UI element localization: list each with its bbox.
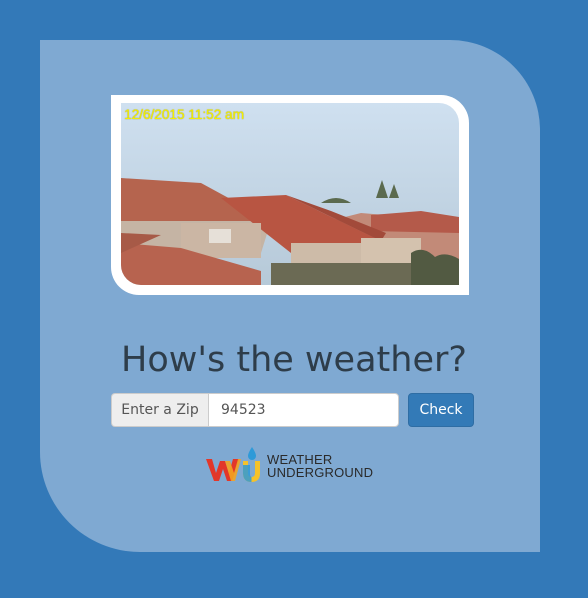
weather-underground-icon — [206, 447, 260, 482]
logo-wordmark: WEATHER UNDERGROUND — [267, 453, 373, 479]
page-title: How's the weather? — [121, 340, 467, 380]
logo-line-2: UNDERGROUND — [267, 465, 374, 480]
weather-underground-logo: WEATHER UNDERGROUND — [205, 447, 373, 485]
webcam-frame: 12/6/2015 11:52 am — [111, 95, 469, 295]
webcam-image: 12/6/2015 11:52 am — [121, 103, 459, 285]
zip-input-addon: Enter a Zip — [111, 393, 208, 427]
zip-input[interactable] — [208, 393, 399, 427]
webcam-timestamp: 12/6/2015 11:52 am — [124, 106, 244, 122]
zip-form: Enter a Zip Check — [111, 393, 474, 427]
check-button[interactable]: Check — [408, 393, 474, 427]
